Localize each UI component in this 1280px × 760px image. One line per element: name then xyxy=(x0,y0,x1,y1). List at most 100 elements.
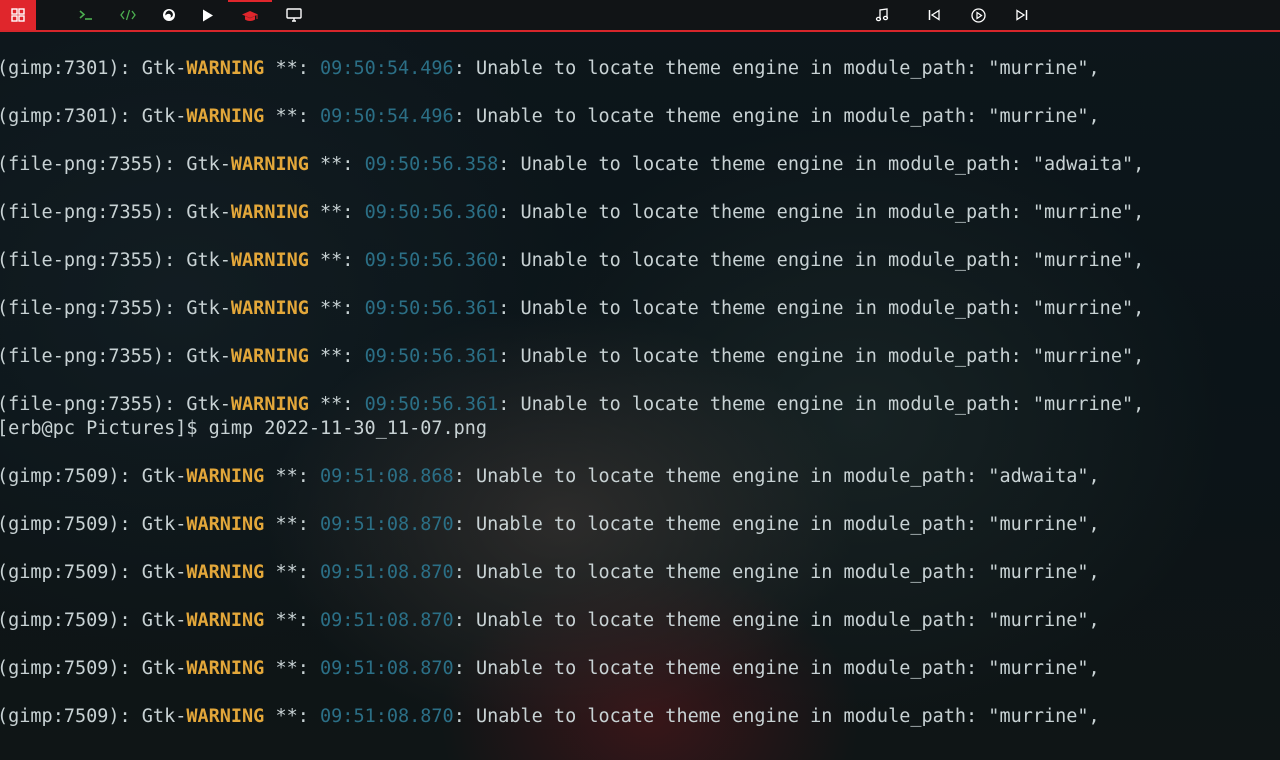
gtk-warning-line: (gimp:7509): Gtk-WARNING **: 09:51:08.86… xyxy=(0,464,1100,490)
gtk-warning-line: (gimp:7509): Gtk-WARNING **: 09:51:08.87… xyxy=(0,704,1100,730)
gtk-warning-line: (gimp:7509): Gtk-WARNING **: 09:51:08.87… xyxy=(0,656,1100,682)
line-separator-text: **: xyxy=(264,706,321,727)
line-source-text: (gimp:7509): Gtk- xyxy=(0,610,187,631)
gtk-warning-line: (gimp:7301): Gtk-WARNING **: 09:50:54.49… xyxy=(0,56,1100,82)
terminal-output[interactable]: (gimp:7301): Gtk-WARNING **: 09:50:54.49… xyxy=(0,32,1280,760)
shell-prompt-line: [erb@pc Pictures]$ gimp 2022-11-30_11-07… xyxy=(0,416,487,442)
warning-message: : Unable to locate theme engine in modul… xyxy=(498,346,1145,367)
timestamp: 09:50:56.360 xyxy=(364,250,499,271)
line-separator-text: **: xyxy=(308,154,365,175)
warning-message: : Unable to locate theme engine in modul… xyxy=(453,514,1100,535)
timestamp: 09:51:08.870 xyxy=(320,610,454,631)
timestamp: 09:50:56.358 xyxy=(364,154,499,175)
timestamp: 09:51:08.870 xyxy=(320,658,454,679)
media-player-launcher[interactable] xyxy=(194,0,222,30)
display-settings-launcher[interactable] xyxy=(280,0,308,30)
graduation-cap-icon xyxy=(242,10,258,21)
firefox-launcher[interactable] xyxy=(155,0,183,30)
timestamp: 09:50:54.496 xyxy=(320,58,454,79)
warning-message: : Unable to locate theme engine in modul… xyxy=(453,706,1100,727)
warning-tag: WARNING xyxy=(186,106,265,127)
timestamp: 09:51:08.870 xyxy=(320,562,454,583)
warning-tag: WARNING xyxy=(186,610,265,631)
prompt-command-text: [erb@pc Pictures]$ gimp 2022-11-30_11-07… xyxy=(0,418,488,439)
play-icon xyxy=(203,9,213,21)
line-separator-text: **: xyxy=(264,658,321,679)
line-separator-text: **: xyxy=(308,250,365,271)
warning-message: : Unable to locate theme engine in modul… xyxy=(498,394,1145,415)
line-source-text: (gimp:7509): Gtk- xyxy=(0,706,187,727)
line-source-text: (gimp:7301): Gtk- xyxy=(0,106,187,127)
timestamp: 09:51:08.870 xyxy=(320,514,454,535)
grid-icon xyxy=(11,8,25,22)
warning-message: : Unable to locate theme engine in modul… xyxy=(453,658,1100,679)
warning-tag: WARNING xyxy=(186,658,265,679)
warning-tag: WARNING xyxy=(230,346,309,367)
education-app-launcher[interactable] xyxy=(228,0,272,30)
warning-message: : Unable to locate theme engine in modul… xyxy=(453,106,1100,127)
warning-tag: WARNING xyxy=(186,706,265,727)
warning-tag: WARNING xyxy=(186,466,265,487)
warning-message: : Unable to locate theme engine in modul… xyxy=(453,58,1100,79)
line-separator-text: **: xyxy=(308,394,365,415)
next-track-button[interactable] xyxy=(1008,0,1036,30)
timestamp: 09:51:08.870 xyxy=(320,706,454,727)
warning-tag: WARNING xyxy=(186,562,265,583)
gtk-warning-line: (file-png:7355): Gtk-WARNING **: 09:50:5… xyxy=(0,248,1144,274)
line-source-text: (file-png:7355): Gtk- xyxy=(0,394,231,415)
terminal-launcher[interactable] xyxy=(72,0,100,30)
warning-message: : Unable to locate theme engine in modul… xyxy=(498,250,1145,271)
line-source-text: (file-png:7355): Gtk- xyxy=(0,346,231,367)
line-separator-text: **: xyxy=(308,298,365,319)
line-separator-text: **: xyxy=(264,610,321,631)
timestamp: 09:50:56.361 xyxy=(364,346,499,367)
warning-tag: WARNING xyxy=(230,154,309,175)
firefox-icon xyxy=(163,9,175,21)
line-separator-text: **: xyxy=(308,346,365,367)
line-separator-text: **: xyxy=(264,514,321,535)
warning-tag: WARNING xyxy=(230,202,309,223)
previous-track-icon xyxy=(928,9,940,21)
terminal-icon xyxy=(79,10,92,20)
timestamp: 09:50:54.496 xyxy=(320,106,454,127)
play-pause-button[interactable] xyxy=(964,0,992,30)
timestamp: 09:50:56.360 xyxy=(364,202,499,223)
gtk-warning-line: (file-png:7355): Gtk-WARNING **: 09:50:5… xyxy=(0,152,1144,178)
line-source-text: (file-png:7355): Gtk- xyxy=(0,202,231,223)
line-source-text: (gimp:7301): Gtk- xyxy=(0,58,187,79)
gtk-warning-line: (gimp:7509): Gtk-WARNING **: 09:51:08.87… xyxy=(0,608,1100,634)
apps-menu-button[interactable] xyxy=(0,0,36,30)
code-editor-launcher[interactable] xyxy=(114,0,142,30)
line-source-text: (file-png:7355): Gtk- xyxy=(0,250,231,271)
line-source-text: (gimp:7509): Gtk- xyxy=(0,466,187,487)
line-separator-text: **: xyxy=(264,466,321,487)
monitor-icon xyxy=(286,8,302,22)
line-source-text: (file-png:7355): Gtk- xyxy=(0,298,231,319)
gtk-warning-line: (file-png:7355): Gtk-WARNING **: 09:50:5… xyxy=(0,200,1144,226)
warning-message: : Unable to locate theme engine in modul… xyxy=(498,202,1145,223)
warning-message: : Unable to locate theme engine in modul… xyxy=(453,562,1100,583)
gtk-warning-line: (gimp:7301): Gtk-WARNING **: 09:50:54.49… xyxy=(0,104,1100,130)
music-button[interactable] xyxy=(868,0,896,30)
previous-track-button[interactable] xyxy=(920,0,948,30)
line-separator-text: **: xyxy=(308,202,365,223)
warning-message: : Unable to locate theme engine in modul… xyxy=(498,154,1145,175)
warning-tag: WARNING xyxy=(230,250,309,271)
warning-message: : Unable to locate theme engine in modul… xyxy=(453,610,1100,631)
timestamp: 09:51:08.868 xyxy=(320,466,454,487)
warning-tag: WARNING xyxy=(230,394,309,415)
warning-tag: WARNING xyxy=(230,298,309,319)
line-source-text: (gimp:7509): Gtk- xyxy=(0,562,187,583)
timestamp: 09:50:56.361 xyxy=(364,298,499,319)
line-source-text: (gimp:7509): Gtk- xyxy=(0,658,187,679)
line-source-text: (file-png:7355): Gtk- xyxy=(0,154,231,175)
warning-message: : Unable to locate theme engine in modul… xyxy=(498,298,1145,319)
gtk-warning-line: (gimp:7509): Gtk-WARNING **: 09:51:08.87… xyxy=(0,560,1100,586)
gtk-warning-line: (file-png:7355): Gtk-WARNING **: 09:50:5… xyxy=(0,344,1144,370)
warning-tag: WARNING xyxy=(186,514,265,535)
line-separator-text: **: xyxy=(264,106,321,127)
gtk-warning-line: (gimp:7509): Gtk-WARNING **: 09:51:08.87… xyxy=(0,512,1100,538)
music-note-icon xyxy=(875,8,889,22)
gtk-warning-line: (file-png:7355): Gtk-WARNING **: 09:50:5… xyxy=(0,296,1144,322)
line-source-text: (gimp:7509): Gtk- xyxy=(0,514,187,535)
